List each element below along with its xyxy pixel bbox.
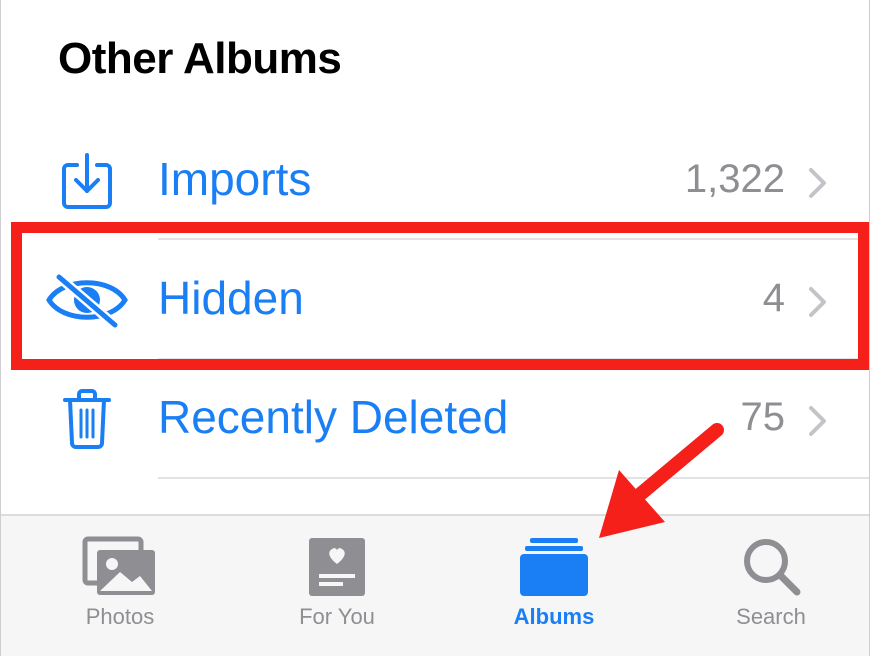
chevron-right-icon [809, 168, 826, 198]
trash-icon [45, 386, 129, 452]
hidden-eye-slash-icon [45, 267, 129, 333]
album-row-imports[interactable]: Imports 1,322 [1, 122, 869, 240]
album-count: 75 [740, 395, 786, 439]
album-label: Hidden [158, 272, 304, 324]
tab-bar: Photos For You Albums Search [1, 514, 869, 656]
tab-label: Search [736, 604, 806, 629]
row-separator [158, 477, 869, 479]
for-you-icon [309, 538, 365, 596]
album-row-hidden[interactable]: Hidden 4 [1, 241, 869, 359]
album-label: Imports [158, 153, 312, 205]
tab-albums[interactable]: Albums [469, 516, 639, 656]
album-count: 4 [762, 276, 785, 320]
tab-search[interactable]: Search [686, 516, 856, 656]
album-row-recently-deleted[interactable]: Recently Deleted 75 [1, 360, 869, 478]
tab-photos[interactable]: Photos [35, 516, 205, 656]
album-count: 1,322 [684, 157, 785, 201]
tab-label: Photos [85, 604, 155, 629]
photos-albums-screen: Other Albums Imports 1,322 Hidden 4 Rece… [0, 0, 870, 656]
albums-icon [520, 538, 588, 596]
section-title: Other Albums [58, 34, 342, 83]
tab-for-you[interactable]: For You [252, 516, 422, 656]
album-label: Recently Deleted [158, 391, 509, 443]
photos-icon [82, 536, 155, 595]
import-icon [45, 148, 129, 214]
search-icon [744, 539, 801, 596]
row-separator [158, 238, 869, 240]
chevron-right-icon [809, 406, 826, 436]
tab-label: For You [299, 604, 375, 629]
chevron-right-icon [809, 287, 826, 317]
tab-label: Albums [513, 604, 595, 629]
